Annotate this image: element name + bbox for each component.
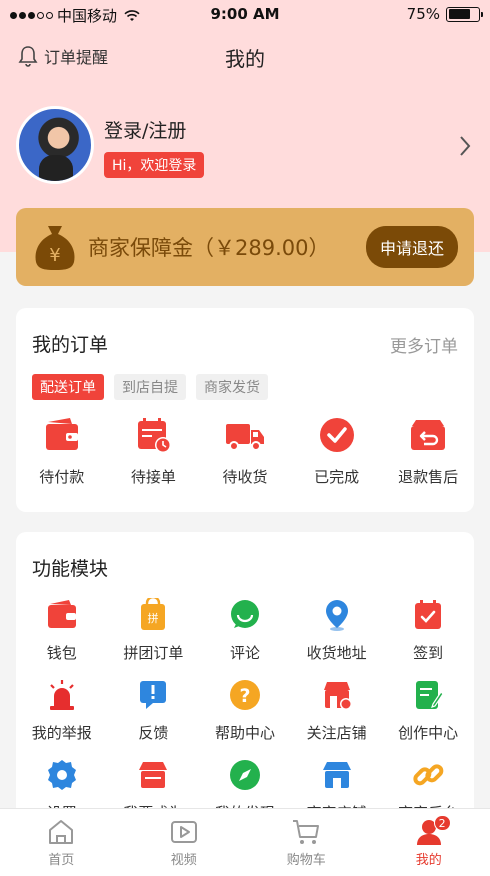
feature-check-in[interactable]: 签到	[382, 598, 474, 662]
features-title: 功能模块	[32, 558, 109, 580]
location-icon	[325, 600, 348, 631]
gear-icon	[47, 760, 76, 790]
feature-label: 我的举报	[31, 724, 92, 742]
order-status-pending-accept[interactable]: 待接单	[108, 416, 200, 487]
svg-text:¥: ¥	[49, 245, 60, 266]
cart-icon	[293, 820, 320, 844]
link-icon	[413, 764, 444, 786]
profile-section[interactable]: 登录/注册 Hi，欢迎登录	[16, 106, 476, 188]
tab-home[interactable]: 首页	[0, 809, 123, 876]
tab-label: 购物车	[286, 853, 326, 868]
calendar-clock-icon	[138, 418, 172, 453]
chevron-right-icon[interactable]	[458, 134, 472, 158]
wallet-icon	[47, 600, 76, 628]
compass-icon	[229, 760, 260, 790]
order-status-label: 已完成	[314, 468, 360, 486]
battery-percent: 75%	[406, 5, 440, 23]
svg-text:?: ?	[239, 685, 250, 707]
feature-label: 关注店铺	[306, 724, 367, 742]
page-title: 我的	[225, 47, 265, 71]
truck-icon	[225, 424, 264, 451]
battery-fill	[448, 9, 471, 19]
feature-feedback[interactable]: 反馈	[108, 678, 200, 742]
status-right: 75%	[406, 5, 483, 23]
alarm-icon	[49, 680, 74, 710]
order-status-label: 待付款	[39, 468, 85, 486]
feature-help-center[interactable]: ? 帮助中心	[199, 678, 291, 742]
tab-store-pickup[interactable]: 到店自提	[114, 374, 186, 400]
svg-text:拼: 拼	[148, 611, 159, 625]
order-status-label: 待收货	[222, 468, 268, 486]
feedback-icon	[140, 681, 167, 709]
order-status-label: 待接单	[130, 468, 176, 486]
help-icon: ?	[229, 680, 260, 710]
order-status-pending-receipt[interactable]: 待收货	[199, 416, 291, 487]
money-bag-icon: ¥	[35, 226, 75, 270]
features-card: 功能模块 钱包 拼 拼团订单 评论 收货地址 签到 我的举报 反馈 ? 帮助中心…	[16, 532, 474, 832]
avatar[interactable]	[16, 106, 94, 184]
video-icon	[170, 821, 197, 843]
merchant-store-icon	[322, 762, 351, 788]
feature-followed-stores[interactable]: 关注店铺	[291, 678, 383, 742]
order-status-list: 待付款 待接单 待收货 已完成 退款售后	[16, 416, 474, 487]
order-status-pending-payment[interactable]: 待付款	[16, 416, 108, 487]
feature-my-reports[interactable]: 我的举报	[16, 678, 108, 742]
feature-wallet[interactable]: 钱包	[16, 598, 108, 662]
tab-video[interactable]: 视频	[123, 809, 246, 876]
my-orders-card: 我的订单 更多订单 配送订单 到店自提 商家发货 待付款 待接单 待收货 已完成…	[16, 308, 474, 512]
login-register-link[interactable]: 登录/注册	[104, 116, 186, 143]
feature-label: 评论	[229, 644, 260, 662]
feature-label: 反馈	[138, 724, 169, 742]
notification-badge: 2	[433, 815, 451, 831]
apply-refund-button[interactable]: 申请退还	[365, 226, 458, 268]
merchant-deposit-card: ¥ 商家保障金（￥289.00） 申请退还	[16, 208, 474, 286]
tab-delivery-orders[interactable]: 配送订单	[32, 374, 104, 400]
feature-group-orders[interactable]: 拼 拼团订单	[108, 598, 200, 662]
feature-label: 拼团订单	[123, 644, 184, 662]
calendar-check-icon	[415, 600, 442, 629]
status-bar: 中国移动 9:00 AM 75%	[0, 0, 490, 28]
feature-label: 钱包	[46, 644, 77, 662]
feature-label: 创作中心	[398, 724, 459, 742]
orders-title: 我的订单	[32, 334, 109, 356]
welcome-badge: Hi，欢迎登录	[104, 152, 205, 178]
feature-address[interactable]: 收货地址	[291, 598, 383, 662]
order-status-label: 退款售后	[398, 468, 459, 486]
tab-mine[interactable]: 2 我的	[368, 809, 490, 876]
edit-doc-icon	[416, 681, 444, 709]
store-follow-icon	[323, 682, 352, 710]
wallet-icon	[45, 418, 78, 450]
feature-comments[interactable]: 评论	[199, 598, 291, 662]
tab-merchant-shipping[interactable]: 商家发货	[196, 374, 268, 400]
tab-cart[interactable]: 购物车	[245, 809, 368, 876]
navigation-bar: 订单提醒 我的	[0, 38, 490, 74]
feature-label: 签到	[413, 644, 444, 662]
return-box-icon	[411, 420, 446, 450]
chat-icon	[230, 600, 259, 628]
check-circle-icon	[319, 418, 354, 452]
order-type-tabs: 配送订单 到店自提 商家发货	[32, 374, 268, 400]
home-icon	[49, 820, 74, 844]
order-status-completed[interactable]: 已完成	[291, 416, 383, 487]
tab-label: 视频	[170, 853, 197, 868]
more-orders-link[interactable]: 更多订单	[390, 332, 458, 357]
feature-label: 帮助中心	[214, 724, 275, 742]
battery-icon	[446, 6, 483, 22]
tab-label: 首页	[48, 853, 75, 868]
shop-icon	[139, 762, 168, 788]
group-bag-icon: 拼	[141, 598, 166, 630]
order-status-after-sales[interactable]: 退款售后	[382, 416, 474, 487]
features-grid: 钱包 拼 拼团订单 评论 收货地址 签到 我的举报 反馈 ? 帮助中心 关注店铺…	[16, 598, 474, 822]
bottom-tab-bar: 首页 视频 购物车 2 我的	[0, 808, 490, 876]
feature-creation-center[interactable]: 创作中心	[382, 678, 474, 742]
feature-label: 收货地址	[306, 644, 367, 662]
tab-label: 我的	[415, 853, 442, 868]
deposit-label: 商家保障金（￥289.00）	[88, 236, 330, 260]
